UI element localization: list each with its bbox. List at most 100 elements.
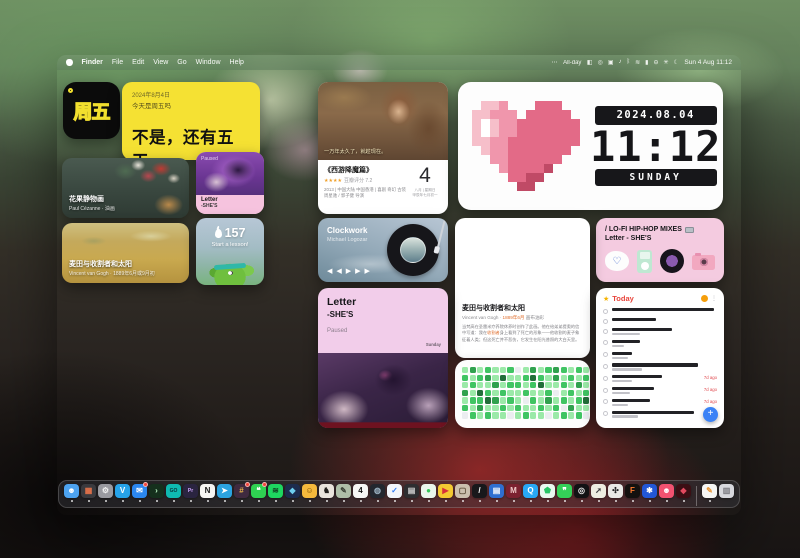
todo-item-8[interactable]: 7d ago [603,399,717,406]
app-navy-icon[interactable]: ◆ [285,484,300,499]
dock-app-app-slate[interactable]: ◍ [370,484,385,502]
dock-app-notes-dark[interactable]: ▤ [404,484,419,502]
dock-app-spotify[interactable]: ≋ [268,484,283,502]
widget-movie-calendar[interactable]: 一万年太久了，就趁现在。 《西游降魔篇》 ★★★★豆瓣评分 7.2 2013 |… [318,82,448,214]
status-icon-7[interactable]: ⊖ [653,59,658,66]
chatgpt-icon[interactable]: ✣ [608,484,623,499]
dock-app-slack[interactable]: # [234,484,249,502]
todo-checkbox[interactable] [603,340,608,345]
widget-art-vangogh-small[interactable]: 麦田与收割者和太阳 Vincent van Gogh · 1889年6月或9月初 [62,223,189,283]
todo-item-2[interactable] [603,328,717,335]
app-maroon-icon[interactable]: M [506,484,521,499]
todo-checkbox[interactable] [603,376,608,381]
todo-item-7[interactable]: 7d ago [603,387,717,394]
app-black-icon[interactable]: ◎ [574,484,589,499]
dock-app-app-shield[interactable]: ⬟ [540,484,555,502]
widget-vangogh-card[interactable]: 麦田与收割者和太阳 Vincent van Gogh · 1889年6月 画布油… [455,218,590,358]
dock-app-pages[interactable]: ✎ [702,484,717,502]
dock-app-potplayer[interactable]: ▶ [438,484,453,502]
notes-dark-icon[interactable]: ▤ [404,484,419,499]
dock-app-notion[interactable]: N [200,484,215,502]
potplayer-icon[interactable]: ▶ [438,484,453,499]
vscode-icon[interactable]: V [115,484,130,499]
widget-contribution-graph[interactable] [455,360,590,428]
todo-item-1[interactable] [603,318,717,324]
widget-pixel-clock[interactable]: 2024.08.04 11:12 SUNDAY [458,82,723,210]
dock-app-pixelmator[interactable]: ✱ [642,484,657,502]
next-track-icon[interactable]: ▶▶ [355,268,374,275]
app-slate-icon[interactable]: ◍ [370,484,385,499]
dock-app-app-tan[interactable]: ▢ [455,484,470,502]
menu-item-file[interactable]: File [112,59,123,66]
dock-app-app-blue-doc[interactable]: ▤ [489,484,504,502]
todo-checkbox[interactable] [603,352,608,357]
app-shield-icon[interactable]: ⬟ [540,484,555,499]
dock-app-app-coral[interactable]: ☻ [659,484,674,502]
screen-share-icon[interactable]: ➚ [591,484,606,499]
dock-app-app-flame[interactable]: F [625,484,640,502]
widget-todo-list[interactable]: ★ Today ⋮ 7d ago7d ago7d ago + [596,288,724,428]
notion-icon[interactable]: N [200,484,215,499]
menu-item-finder[interactable]: Finder [82,59,103,66]
dock-app-telegram[interactable]: ➤ [217,484,232,502]
dock-app-app-orange[interactable]: ☺ [302,484,317,502]
slack-icon[interactable]: # [234,484,249,499]
widget-streak[interactable]: 157 Start a lesson! [196,218,264,285]
dock-app-chatgpt[interactable]: ✣ [608,484,623,502]
dock-app-things[interactable]: ✓ [387,484,402,502]
status-icon-9[interactable]: ☾ [674,59,679,66]
app-flame-icon[interactable]: F [625,484,640,499]
widget-music-player-small[interactable]: Paused Letter -SHE'S [196,152,264,214]
dock-app-launchpad[interactable]: ▦ [81,484,96,502]
messages-green-icon[interactable]: ❞ [557,484,572,499]
app-orange-icon[interactable]: ☺ [302,484,317,499]
todo-checkbox[interactable] [603,329,608,334]
widget-lofi-mixes[interactable]: / LO-FI HIP-HOP MIXES Letter - SHE'S ♡ [596,218,724,282]
previous-track-icon[interactable]: ◀◀ [327,268,346,275]
status-icon-4[interactable]: ᛒ [627,59,631,66]
add-task-button[interactable]: + [703,407,718,422]
dock-app-mail[interactable]: ✉ [132,484,147,502]
qq-icon[interactable]: Q [523,484,538,499]
launchpad-icon[interactable]: ▦ [81,484,96,499]
widget-clockwork-player[interactable]: Clockwork Michael Logozar ◀◀▶▶▶ [318,218,448,282]
todo-item-9[interactable] [603,411,717,418]
things-icon[interactable]: ✓ [387,484,402,499]
dock-app-wechat[interactable]: ❝ [251,484,266,502]
menu-item-go[interactable]: Go [177,59,186,66]
dock-app-app-black[interactable]: ◎ [574,484,589,502]
telegram-icon[interactable]: ➤ [217,484,232,499]
dock-app-goland[interactable]: GO [166,484,181,502]
status-more-icon[interactable]: ⋯ [552,59,558,66]
status-icon-0[interactable]: ◧ [587,59,593,66]
calendar-icon[interactable]: 4 [353,484,368,499]
dock-app-app-navy[interactable]: ◆ [285,484,300,502]
menu-item-edit[interactable]: Edit [132,59,144,66]
app-blue-doc-icon[interactable]: ▤ [489,484,504,499]
app-coral-icon[interactable]: ☻ [659,484,674,499]
app-darkred-icon[interactable]: ◆ [676,484,691,499]
dock-app-trash[interactable]: ▥ [719,484,734,499]
vangogh-card-date-link[interactable]: 1889年6月 [503,315,525,320]
todo-item-5[interactable] [603,363,717,370]
dock-app-calendar[interactable]: 4 [353,484,368,502]
app-mint-icon[interactable]: ● [421,484,436,499]
vangogh-card-body-link[interactable]: 收割者 [487,330,500,335]
pages-icon[interactable]: ✎ [702,484,717,499]
app-chess-icon[interactable]: ♞ [319,484,334,499]
app-sage-icon[interactable]: ✎ [336,484,351,499]
dock-app-screen-share[interactable]: ➚ [591,484,606,502]
pixelmator-icon[interactable]: ✱ [642,484,657,499]
todo-item-3[interactable] [603,340,717,347]
premiere-icon[interactable]: Pr [183,484,198,499]
status-icon-5[interactable]: ≋ [635,59,640,66]
dock-app-vscode[interactable]: V [115,484,130,502]
goland-icon[interactable]: GO [166,484,181,499]
todo-item-6[interactable]: 7d ago [603,375,717,382]
dock-app-terminal[interactable]: › [149,484,164,502]
status-icon-8[interactable]: ✳ [663,59,668,66]
widget-art-cezanne[interactable]: 花果静物画 Paul Cézanne · 油画 [62,158,189,218]
status-icon-1[interactable]: ◎ [598,59,603,66]
todo-menu-icon[interactable]: ⋮ [711,295,717,302]
dock-app-app-sage[interactable]: ✎ [336,484,351,502]
